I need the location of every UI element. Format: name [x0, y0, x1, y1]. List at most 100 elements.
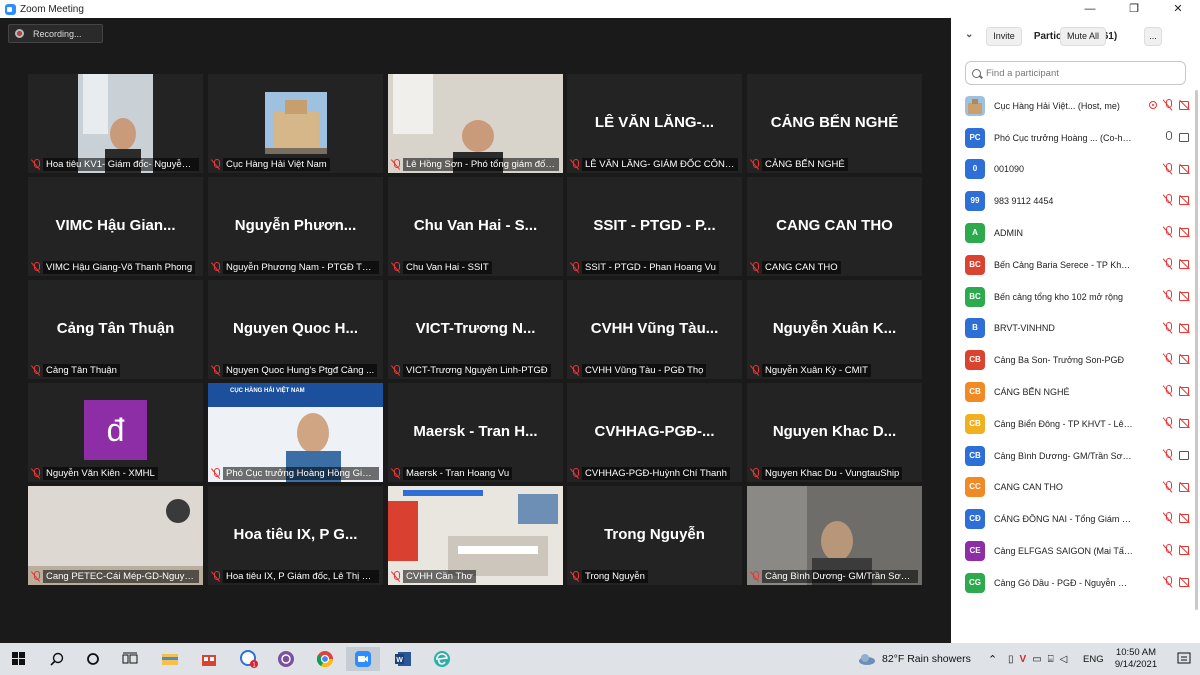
- camera-off-icon[interactable]: [1179, 386, 1192, 397]
- video-tile[interactable]: CVHH Vũng Tàu... CVHH Vũng Tàu - PGĐ Thọ: [567, 280, 742, 379]
- mic-muted-icon[interactable]: [1163, 353, 1173, 365]
- start-icon[interactable]: [2, 647, 36, 671]
- weather-widget[interactable]: 82°F Rain showers: [858, 643, 971, 675]
- camera-off-icon[interactable]: [1179, 513, 1192, 524]
- video-tile[interactable]: Cảng Tân Thuận Cảng Tân Thuận: [28, 280, 203, 379]
- participant-row[interactable]: CE Cảng ELFGAS SAIGON (Mai Tất T...: [951, 535, 1200, 567]
- video-tile[interactable]: Nguyễn Phươn... Nguyễn Phương Nam - PTGĐ …: [208, 177, 383, 276]
- video-tile[interactable]: Hoa tiêu IX, P G... Hoa tiêu IX, P Giám đ…: [208, 486, 383, 585]
- video-tile[interactable]: CANG CAN THO CANG CAN THO: [747, 177, 922, 276]
- mic-muted-icon[interactable]: [1163, 416, 1173, 429]
- chrome-icon[interactable]: [308, 647, 342, 671]
- search-icon[interactable]: [40, 647, 74, 671]
- video-tile[interactable]: Trong Nguyễn Trong Nguyễn: [567, 486, 742, 585]
- video-tile[interactable]: LÊ VĂN LĂNG-... LÊ VĂN LĂNG- GIÁM ĐỐC CÔN…: [567, 74, 742, 173]
- cortana-icon[interactable]: [76, 647, 110, 671]
- chevron-down-icon[interactable]: ⌄: [965, 29, 973, 40]
- camera-off-icon[interactable]: [1179, 482, 1192, 492]
- video-tile[interactable]: Nguyen Quoc H... Nguyen Quoc Hung's Ptgđ …: [208, 280, 383, 379]
- participant-row[interactable]: CB Cảng Biển Đông - TP KHVT - Lê Đ...: [951, 408, 1200, 440]
- video-tile[interactable]: Cang PETEC-Cái Mép-GD-Nguyen ...: [28, 486, 203, 585]
- participant-row[interactable]: CB Cảng Bình Dương- GM/Trần Sơn ...: [951, 440, 1200, 472]
- network-icon[interactable]: ⌸: [1048, 654, 1054, 665]
- participant-row[interactable]: BC Bến Cảng Baria Serece - TP Khai t...: [951, 249, 1200, 281]
- video-tile[interactable]: SSIT - PTGD - P... SSIT - PTGD - Phan Hoa…: [567, 177, 742, 276]
- video-tile[interactable]: Maersk - Tran H... Maersk - Tran Hoang Vu: [388, 383, 563, 482]
- participant-search-input[interactable]: Find a participant: [965, 61, 1186, 85]
- video-tile[interactable]: Chu Van Hai - S... Chu Van Hai - SSIT: [388, 177, 563, 276]
- participant-row[interactable]: CC CANG CAN THO: [951, 472, 1200, 504]
- camera-off-icon[interactable]: [1179, 577, 1192, 587]
- participant-scrollbar[interactable]: [1195, 90, 1198, 610]
- chat-icon[interactable]: 1: [232, 647, 266, 671]
- mic-muted-icon[interactable]: [1163, 480, 1173, 493]
- video-tile[interactable]: Nguyễn Xuân K... Nguyễn Xuân Kỳ - CMIT: [747, 280, 922, 379]
- clock[interactable]: 10:50 AM 9/14/2021: [1112, 643, 1160, 675]
- camera-icon[interactable]: [1179, 132, 1192, 142]
- video-tile[interactable]: đ Nguyễn Văn Kiên - XMHL: [28, 383, 203, 482]
- camera-icon[interactable]: [1179, 450, 1192, 460]
- video-tile[interactable]: CỤC HÀNG HẢI VIỆT NAM Phó Cục trưởng Hoàn…: [208, 383, 383, 482]
- camera-off-icon[interactable]: [1179, 195, 1192, 206]
- participant-row[interactable]: CB Cảng Ba Son- Trưởng Son-PGĐ: [951, 344, 1200, 376]
- video-tile[interactable]: Cục Hàng Hải Việt Nam: [208, 74, 383, 173]
- maximize-button[interactable]: ❐: [1112, 0, 1156, 18]
- volume-icon[interactable]: ◁: [1060, 654, 1068, 665]
- mic-muted-icon[interactable]: [1163, 321, 1173, 334]
- mute-all-button[interactable]: Mute All: [1060, 27, 1106, 46]
- participant-row[interactable]: PC Phó Cục trưởng Hoàng ... (Co-host): [951, 122, 1200, 154]
- camera-off-icon[interactable]: [1179, 354, 1192, 365]
- camera-off-icon[interactable]: [1179, 100, 1192, 110]
- file-explorer-icon[interactable]: [153, 647, 187, 671]
- camera-off-icon[interactable]: [1179, 323, 1192, 333]
- mic-muted-icon[interactable]: [1163, 194, 1173, 206]
- mic-muted-icon[interactable]: [1163, 99, 1173, 111]
- chevron-up-icon[interactable]: ⌃: [988, 643, 997, 675]
- camera-off-icon[interactable]: [1179, 545, 1192, 556]
- mic-muted-icon[interactable]: [1163, 575, 1173, 588]
- camera-off-icon[interactable]: [1179, 418, 1192, 428]
- language-indicator[interactable]: ENG: [1083, 643, 1104, 675]
- more-button[interactable]: ...: [1144, 27, 1162, 46]
- store-icon[interactable]: [192, 647, 226, 671]
- close-button[interactable]: ✕: [1156, 0, 1200, 18]
- mic-icon[interactable]: [1163, 130, 1173, 143]
- video-tile[interactable]: CẢNG BẾN NGHÉ CẢNG BẾN NGHÉ: [747, 74, 922, 173]
- participant-row[interactable]: CG Cảng Gò Dầu - PGĐ - Nguyễn Qu...: [951, 567, 1200, 599]
- participant-row[interactable]: CB CẢNG BẾN NGHÉ: [951, 376, 1200, 408]
- camera-off-icon[interactable]: [1179, 164, 1192, 174]
- participant-row[interactable]: B BRVT-VINHND: [951, 313, 1200, 345]
- word-icon[interactable]: W: [386, 647, 420, 671]
- video-tile[interactable]: Cảng Bình Dương- GM/Trần Sơn ...: [747, 486, 922, 585]
- zoom-icon[interactable]: [346, 647, 380, 671]
- viber-icon[interactable]: [269, 647, 303, 671]
- camera-off-icon[interactable]: [1179, 291, 1192, 301]
- notification-icon[interactable]: [1177, 643, 1191, 675]
- task-view-icon[interactable]: [113, 647, 147, 671]
- invite-button[interactable]: Invite: [986, 27, 1022, 46]
- mic-muted-icon[interactable]: [1163, 289, 1173, 302]
- camera-off-icon[interactable]: [1179, 259, 1192, 269]
- video-tile[interactable]: VICT-Trương N... VICT-Trương Nguyên Linh-…: [388, 280, 563, 379]
- video-tile[interactable]: Hoa tiêu KV1- Giám đốc- Nguyễn ...: [28, 74, 203, 173]
- participant-row[interactable]: A ADMIN: [951, 217, 1200, 249]
- mic-muted-icon[interactable]: [1163, 226, 1173, 238]
- mic-muted-icon[interactable]: [1163, 544, 1173, 556]
- mic-muted-icon[interactable]: [1163, 162, 1173, 175]
- video-tile[interactable]: VIMC Hậu Gian... VIMC Hậu Giang-Võ Thanh …: [28, 177, 203, 276]
- mic-muted-icon[interactable]: [1163, 257, 1173, 270]
- participant-row[interactable]: Cục Hàng Hải Việt... (Host, me): [951, 90, 1200, 122]
- video-tile[interactable]: Nguyen Khac D... Nguyen Khac Du - Vungtau…: [747, 383, 922, 482]
- edge-icon[interactable]: [425, 647, 459, 671]
- participant-row[interactable]: 0 001090: [951, 154, 1200, 186]
- phone-icon[interactable]: ▯: [1008, 654, 1014, 665]
- recording-indicator[interactable]: Recording...: [8, 24, 103, 43]
- antivirus-icon[interactable]: V: [1020, 654, 1027, 665]
- participant-row[interactable]: CĐ CẢNG ĐỒNG NAI - Tổng Giám Đ...: [951, 503, 1200, 535]
- participant-row[interactable]: BC Bến cảng tổng kho 102 mở rộng: [951, 281, 1200, 313]
- battery-icon[interactable]: ▭: [1032, 654, 1041, 665]
- mic-muted-icon[interactable]: [1163, 448, 1173, 461]
- camera-off-icon[interactable]: [1179, 227, 1192, 238]
- video-tile[interactable]: Lê Hồng Sơn - Phó tổng giám đốc ...: [388, 74, 563, 173]
- video-tile[interactable]: CVHH Cần Thơ: [388, 486, 563, 585]
